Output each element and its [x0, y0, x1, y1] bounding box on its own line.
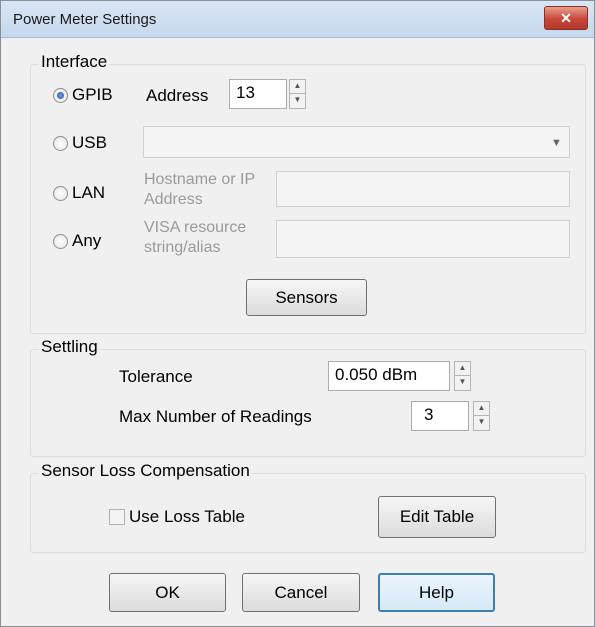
lan-label: LAN [72, 183, 106, 202]
max-readings-input[interactable]: 3 [411, 401, 469, 431]
cancel-button[interactable]: Cancel [242, 573, 360, 612]
spin-down-icon[interactable]: ▼ [290, 94, 305, 108]
usb-label: USB [72, 133, 107, 152]
visa-resource-label: VISA resource string/alias [144, 219, 247, 256]
spin-down-icon[interactable]: ▼ [474, 416, 489, 430]
radio-icon [53, 135, 68, 151]
close-icon: ✕ [560, 10, 572, 26]
power-meter-settings-dialog: Power Meter Settings ✕ Interface GPIB Ad… [0, 0, 595, 627]
lan-radio[interactable]: LAN [53, 183, 105, 203]
ok-button[interactable]: OK [109, 573, 226, 612]
spin-up-icon[interactable]: ▲ [290, 80, 305, 94]
sensors-button[interactable]: Sensors [246, 279, 367, 316]
max-readings-label: Max Number of Readings [119, 407, 312, 426]
radio-icon [53, 87, 68, 103]
max-readings-spinner[interactable]: ▲ ▼ [473, 401, 490, 431]
help-button[interactable]: Help [378, 573, 495, 612]
usb-device-select[interactable] [143, 126, 570, 158]
tolerance-spinner[interactable]: ▲ ▼ [454, 361, 471, 391]
edit-table-button[interactable]: Edit Table [378, 496, 496, 538]
radio-icon [53, 185, 68, 201]
chevron-down-icon[interactable]: ▼ [551, 137, 562, 149]
settling-group [30, 349, 586, 457]
tolerance-input[interactable]: 0.050 dBm [328, 361, 450, 391]
any-label: Any [72, 231, 102, 250]
title-bar: Power Meter Settings ✕ [1, 1, 594, 38]
interface-group-title: Interface [39, 52, 110, 72]
close-button[interactable]: ✕ [544, 6, 588, 30]
spin-up-icon[interactable]: ▲ [455, 362, 470, 376]
tolerance-label: Tolerance [119, 367, 193, 386]
visa-resource-input[interactable] [276, 220, 570, 258]
gpib-radio[interactable]: GPIB [53, 85, 113, 105]
hostname-label: Hostname or IP Address [144, 171, 255, 208]
sensor-loss-group-title: Sensor Loss Compensation [39, 461, 252, 481]
use-loss-table-label: Use Loss Table [129, 507, 245, 526]
spin-up-icon[interactable]: ▲ [474, 402, 489, 416]
radio-icon [53, 233, 68, 249]
use-loss-table-checkbox[interactable] [109, 509, 125, 525]
spin-down-icon[interactable]: ▼ [455, 376, 470, 390]
hostname-input[interactable] [276, 171, 570, 207]
gpib-label: GPIB [72, 85, 113, 104]
settling-group-title: Settling [39, 337, 100, 357]
window-title: Power Meter Settings [13, 11, 157, 28]
address-spinner[interactable]: ▲ ▼ [289, 79, 306, 109]
address-label: Address [146, 86, 209, 105]
any-radio[interactable]: Any [53, 231, 101, 251]
address-input[interactable]: 13 [229, 79, 287, 109]
usb-radio[interactable]: USB [53, 133, 107, 153]
